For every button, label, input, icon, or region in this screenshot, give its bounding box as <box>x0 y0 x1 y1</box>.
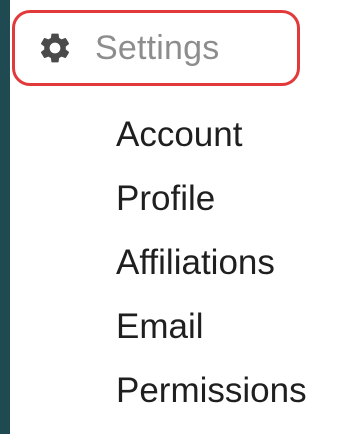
menu-item-affiliations[interactable]: Affiliations <box>116 230 307 294</box>
settings-header-button[interactable]: Settings <box>12 10 300 86</box>
menu-item-profile[interactable]: Profile <box>116 166 307 230</box>
gear-icon <box>37 30 73 66</box>
menu-item-account[interactable]: Account <box>116 102 307 166</box>
settings-label: Settings <box>95 29 220 67</box>
menu-item-permissions[interactable]: Permissions <box>116 358 307 422</box>
settings-menu: Account Profile Affiliations Email Permi… <box>116 102 307 422</box>
menu-item-email[interactable]: Email <box>116 294 307 358</box>
settings-panel: Settings Account Profile Affiliations Em… <box>10 0 355 434</box>
